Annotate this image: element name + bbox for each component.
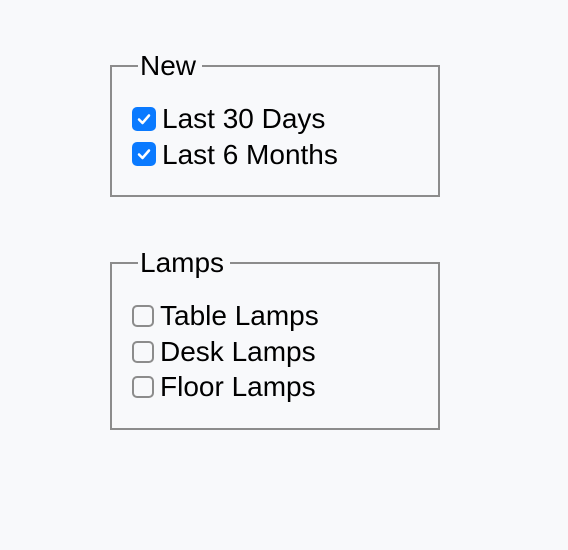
option-desk-lamps[interactable]: Desk Lamps [132,335,418,369]
label-floor-lamps: Floor Lamps [160,370,316,404]
option-last-6-months[interactable]: Last 6 Months [132,138,418,172]
label-last-6-months: Last 6 Months [162,138,338,172]
checkmark-icon [136,111,152,127]
fieldset-lamps: Lamps Table Lamps Desk Lamps Floor Lamps [110,247,440,430]
checkbox-floor-lamps[interactable] [132,376,154,398]
label-last-30-days: Last 30 Days [162,102,325,136]
label-desk-lamps: Desk Lamps [160,335,316,369]
checkbox-table-lamps[interactable] [132,305,154,327]
checkbox-last-6-months[interactable] [132,142,156,166]
option-table-lamps[interactable]: Table Lamps [132,299,418,333]
checkmark-icon [136,146,152,162]
legend-lamps: Lamps [138,247,230,279]
legend-new: New [138,50,202,82]
checkbox-desk-lamps[interactable] [132,341,154,363]
label-table-lamps: Table Lamps [160,299,319,333]
fieldset-new: New Last 30 Days Last 6 Months [110,50,440,197]
option-floor-lamps[interactable]: Floor Lamps [132,370,418,404]
option-last-30-days[interactable]: Last 30 Days [132,102,418,136]
checkbox-last-30-days[interactable] [132,107,156,131]
